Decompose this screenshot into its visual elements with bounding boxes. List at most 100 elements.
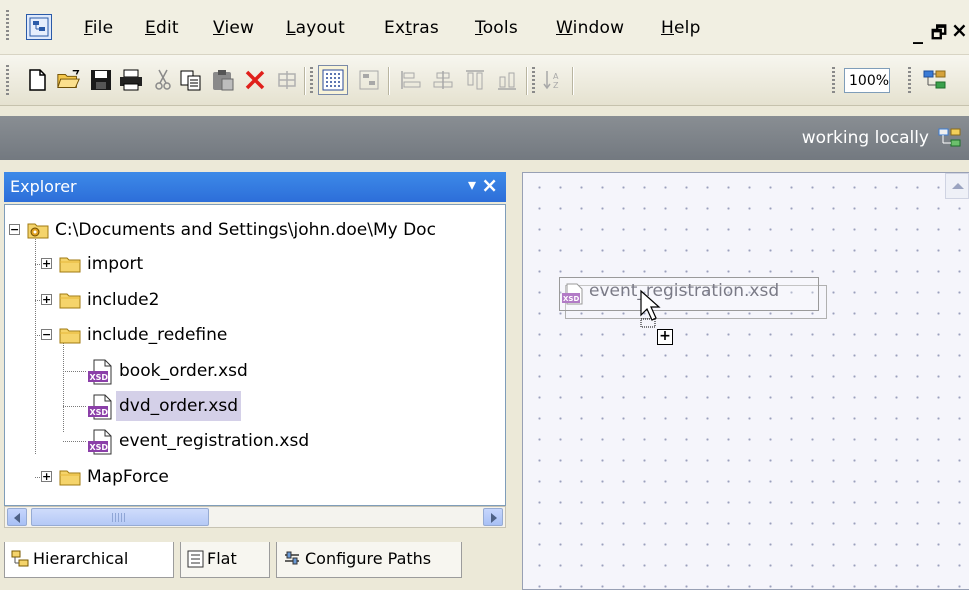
open-folder-icon[interactable] xyxy=(56,67,82,93)
align-top-icon[interactable] xyxy=(462,67,488,93)
collapse-toggle[interactable]: − xyxy=(41,329,52,340)
tree-item-label: event_registration.xsd xyxy=(119,431,310,451)
toolbar-grip-3[interactable] xyxy=(532,67,535,95)
svg-text:XSD: XSD xyxy=(90,443,109,452)
toolbar-grip[interactable] xyxy=(6,65,9,95)
toolbar-separator xyxy=(388,67,390,95)
tree-item-label: include_redefine xyxy=(87,325,228,345)
tab-configure-paths[interactable]: Configure Paths xyxy=(276,542,462,578)
expand-toggle[interactable]: + xyxy=(41,294,52,305)
tree-item-import[interactable]: + import xyxy=(5,249,505,279)
menu-edit[interactable]: Edit xyxy=(145,18,179,38)
tab-label: Hierarchical xyxy=(33,549,129,568)
svg-text:Z: Z xyxy=(553,81,559,90)
tree-item-label: book_order.xsd xyxy=(119,361,248,381)
flat-view-icon xyxy=(187,550,204,568)
toolbar-separator xyxy=(304,67,306,95)
scroll-thumb[interactable] xyxy=(31,508,209,526)
toolbar-separator xyxy=(572,67,574,95)
tab-label: Flat xyxy=(207,549,237,568)
canvas-scroll-up-button[interactable] xyxy=(945,173,969,199)
tree-item-mapforce[interactable]: + MapForce xyxy=(5,462,505,492)
print-icon[interactable] xyxy=(118,67,144,93)
menu-file[interactable]: File xyxy=(84,18,113,38)
working-locally-label: working locally xyxy=(801,128,929,148)
network-icon[interactable] xyxy=(937,126,963,150)
design-canvas[interactable]: XSD event_registration.xsd + xyxy=(522,172,969,590)
zoom-input[interactable]: 100% xyxy=(844,68,890,93)
menu-extras[interactable]: Extras xyxy=(384,18,439,38)
tree-item-label: import xyxy=(87,254,144,274)
tab-flat[interactable]: Flat xyxy=(180,542,270,578)
tree-item-dvd-order[interactable]: XSD dvd_order.xsd xyxy=(5,391,505,421)
arrow-left-icon xyxy=(14,513,20,523)
explorer-tree: − C:\Documents and Settings\john.doe\My … xyxy=(4,204,506,506)
collapse-toggle[interactable]: − xyxy=(9,224,20,235)
arrow-right-icon xyxy=(491,513,497,523)
svg-text:A: A xyxy=(553,72,559,81)
toolbar-grip-2[interactable] xyxy=(310,67,313,95)
sort-az-icon[interactable]: AZ xyxy=(540,67,566,93)
expand-toggle[interactable]: + xyxy=(41,471,52,482)
tab-hierarchical[interactable]: Hierarchical xyxy=(4,542,174,578)
menu-window[interactable]: Window xyxy=(556,18,624,38)
close-button[interactable]: × xyxy=(951,18,969,42)
save-icon[interactable] xyxy=(88,67,114,93)
toolbar-separator xyxy=(526,67,528,95)
align-left-icon[interactable] xyxy=(398,67,424,93)
menubar-grip[interactable] xyxy=(6,10,9,42)
xsd-file-icon: XSD xyxy=(88,429,112,455)
hierarchical-view-icon xyxy=(11,550,29,567)
scroll-left-button[interactable] xyxy=(7,508,27,526)
explorer-panel: Explorer ▾ × − C:\Documents and Settings… xyxy=(0,162,512,590)
tree-item-label: MapForce xyxy=(87,467,169,487)
tab-label: Configure Paths xyxy=(305,549,432,568)
tree-item-label: C:\Documents and Settings\john.doe\My Do… xyxy=(55,220,436,240)
dragged-item-label: event_registration.xsd xyxy=(589,281,780,301)
panel-splitter[interactable] xyxy=(512,162,522,590)
paste-icon[interactable] xyxy=(210,67,236,93)
show-grid-icon[interactable] xyxy=(318,65,348,95)
tree-item-root[interactable]: − C:\Documents and Settings\john.doe\My … xyxy=(5,215,505,245)
cut-icon[interactable] xyxy=(150,67,176,93)
arrow-up-icon xyxy=(952,183,964,189)
copy-icon[interactable] xyxy=(178,67,204,93)
explorer-close-button[interactable]: × xyxy=(481,173,498,197)
tree-item-include-redefine[interactable]: − include_redefine xyxy=(5,320,505,350)
folder-icon xyxy=(59,470,81,486)
new-file-icon[interactable] xyxy=(24,67,50,93)
explorer-dropdown-button[interactable]: ▾ xyxy=(468,175,476,194)
scroll-right-button[interactable] xyxy=(483,508,503,526)
restore-button[interactable]: 🗗 xyxy=(931,20,947,49)
expand-toggle[interactable]: + xyxy=(41,258,52,269)
delete-icon[interactable] xyxy=(242,67,268,93)
schema-view-icon[interactable] xyxy=(922,67,948,93)
menu-help[interactable]: Help xyxy=(661,18,701,38)
xsd-file-icon: XSD xyxy=(562,283,583,305)
insert-icon[interactable] xyxy=(274,67,300,93)
menu-view[interactable]: View xyxy=(213,18,254,38)
toolbar-grip-4[interactable] xyxy=(832,67,835,95)
xsd-file-icon: XSD xyxy=(88,359,112,385)
app-icon[interactable] xyxy=(26,14,52,40)
folder-icon xyxy=(59,328,81,344)
auto-layout-icon[interactable] xyxy=(356,67,382,93)
arrow-cursor-icon xyxy=(640,289,661,328)
align-bottom-icon[interactable] xyxy=(494,67,520,93)
toolbar-grip-5[interactable] xyxy=(908,67,911,95)
tree-item-include2[interactable]: + include2 xyxy=(5,285,505,315)
tree-item-label: include2 xyxy=(87,290,160,310)
menu-bar: File Edit View Layout Extras Tools Windo… xyxy=(0,0,969,55)
xsd-file-icon: XSD xyxy=(88,394,112,420)
tree-item-book-order[interactable]: XSD book_order.xsd xyxy=(5,356,505,386)
svg-text:XSD: XSD xyxy=(90,408,109,417)
minimize-button[interactable]: _ xyxy=(913,20,923,44)
folder-icon xyxy=(59,257,81,273)
align-center-icon[interactable] xyxy=(430,67,456,93)
tree-item-event-registration[interactable]: XSD event_registration.xsd xyxy=(5,426,505,456)
explorer-header: Explorer ▾ × xyxy=(4,172,506,202)
repository-status-bar: working locally xyxy=(0,116,969,160)
menu-tools[interactable]: Tools xyxy=(475,18,518,38)
tree-horizontal-scrollbar[interactable] xyxy=(4,506,506,528)
menu-layout[interactable]: Layout xyxy=(286,18,345,38)
